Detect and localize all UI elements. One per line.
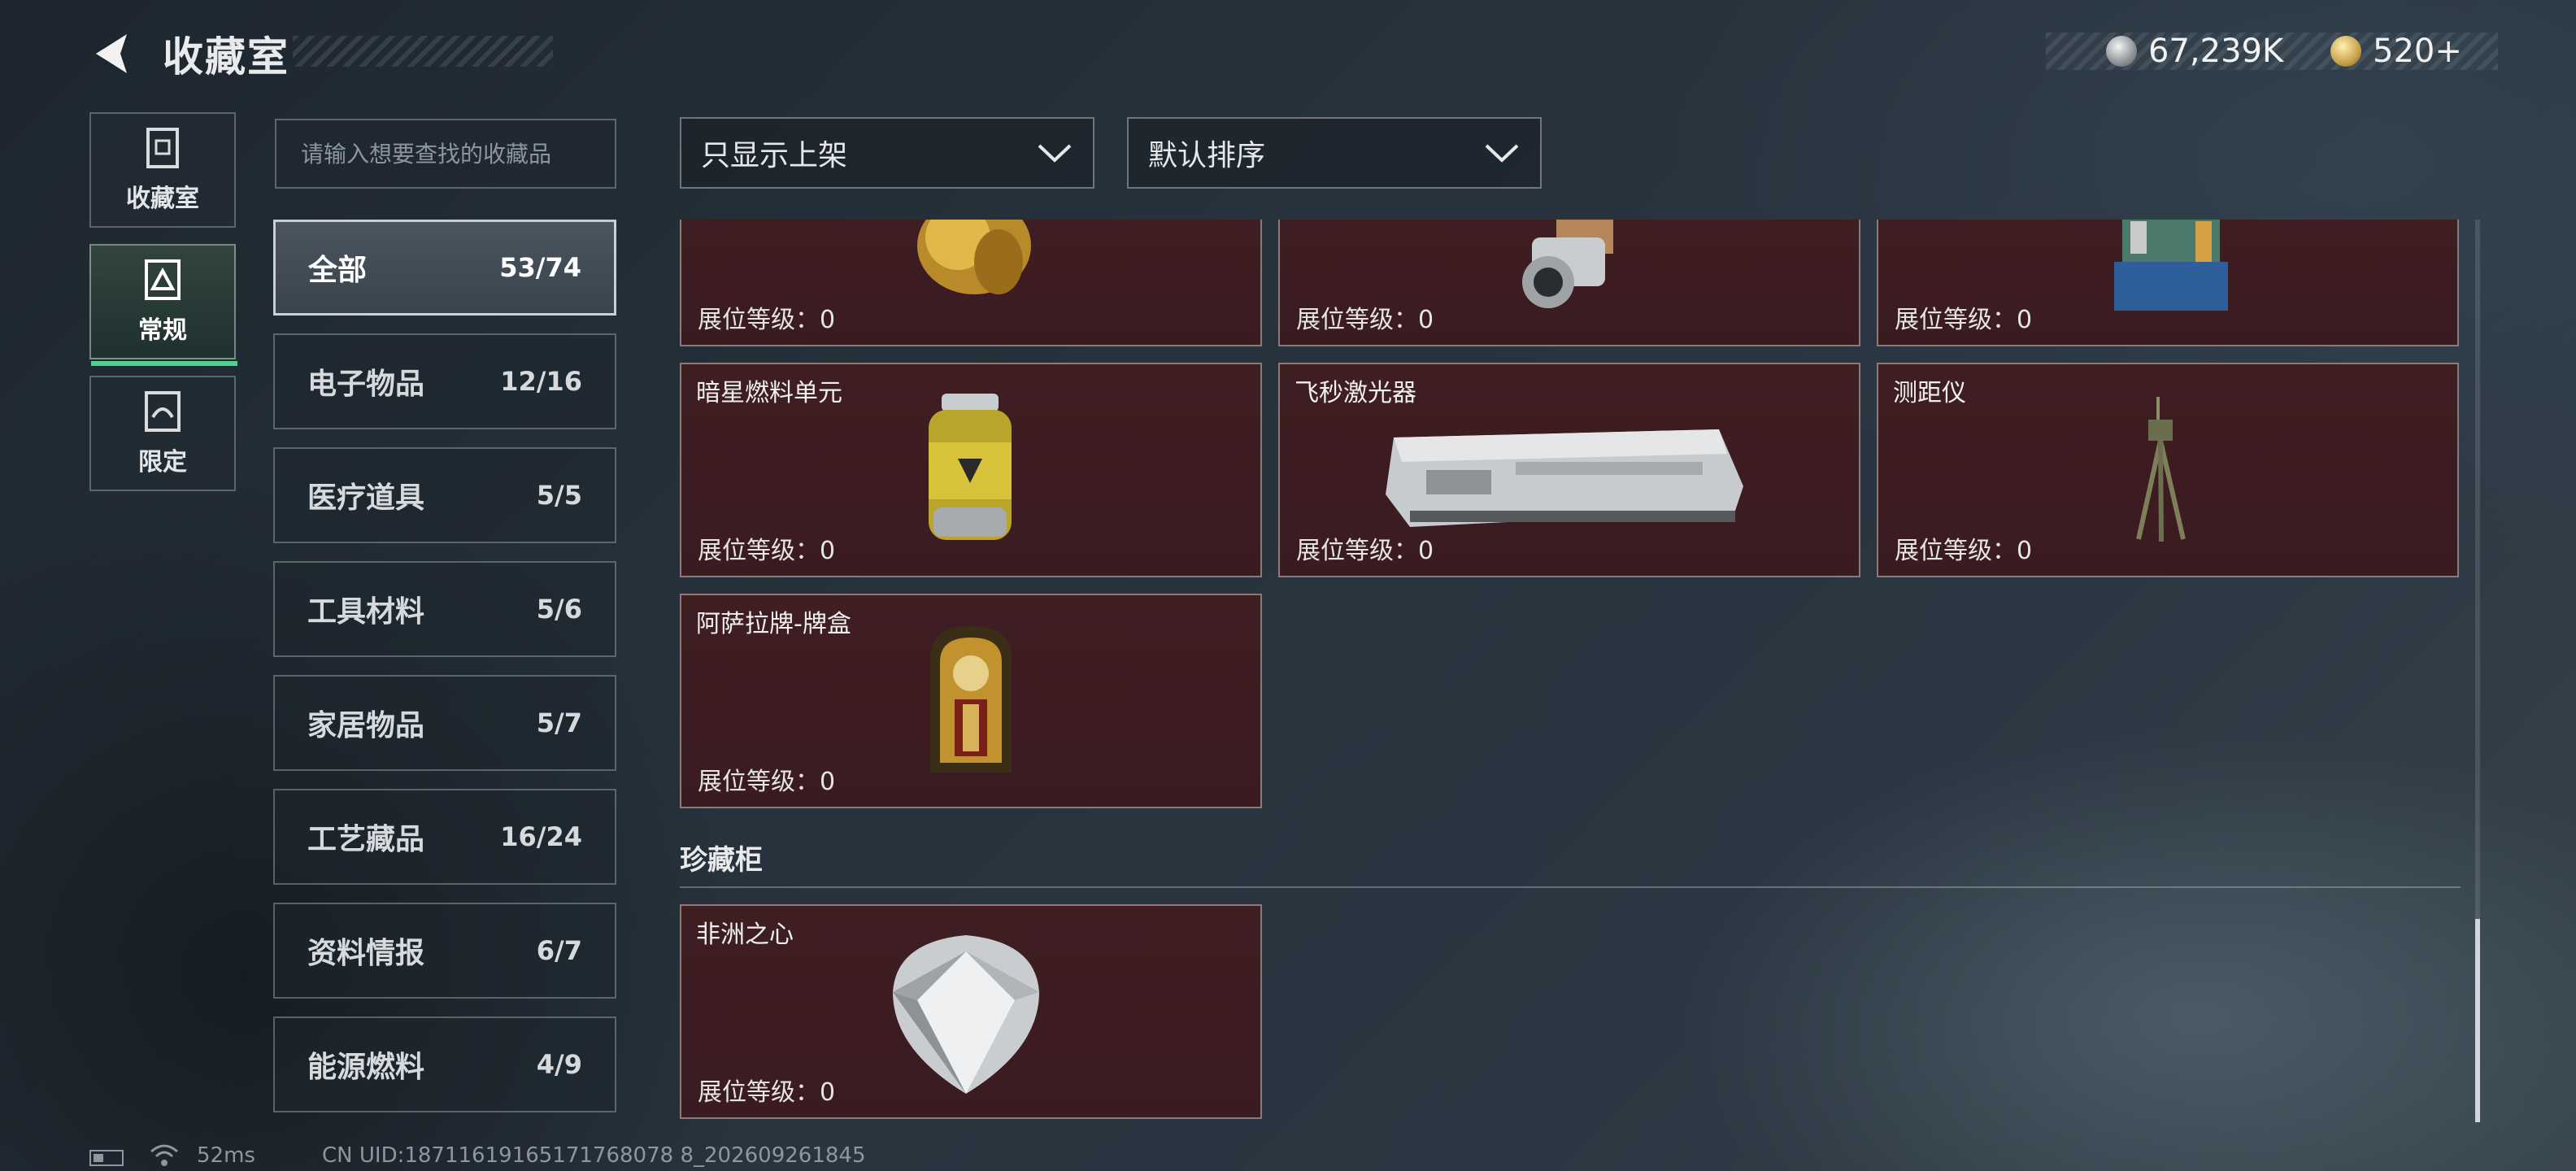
wifi-icon (150, 1144, 178, 1166)
lens-device-art (1522, 220, 1613, 308)
dropdown-value: 只显示上架 (701, 139, 848, 172)
category-name: 工艺藏品 (307, 823, 425, 856)
exhibit-level: 展位等级：0 (1895, 537, 2033, 565)
search-box[interactable] (275, 119, 616, 189)
item-name: 非洲之心 (696, 921, 794, 949)
limited-icon (145, 391, 181, 432)
section-divider (680, 886, 2461, 888)
category-all[interactable]: 全部 53/74 (273, 220, 616, 316)
exhibit-level: 展位等级：0 (698, 537, 836, 565)
category-name: 家居物品 (307, 709, 425, 742)
nav-label: 收藏室 (126, 185, 199, 213)
ping-text: 52ms (197, 1143, 255, 1168)
category-energy[interactable]: 能源燃料 4/9 (273, 1016, 616, 1112)
nav-label: 常规 (138, 316, 187, 345)
exhibit-level: 展位等级：0 (1895, 306, 2033, 334)
title-decoration (293, 36, 553, 67)
nav-collection-room[interactable]: 收藏室 (89, 112, 236, 228)
battery-icon (89, 1150, 124, 1166)
currency-silver: 67,239K (2106, 29, 2283, 73)
category-intel[interactable]: 资料情报 6/7 (273, 903, 616, 999)
item-card[interactable]: 测距仪 展位等级：0 (1877, 363, 2459, 577)
item-card[interactable]: 暗星燃料单元 展位等级：0 (680, 363, 1262, 577)
scrollbar-thumb[interactable] (2475, 919, 2480, 1122)
showcase-section-title: 珍藏柜 (680, 844, 763, 877)
category-count: 12/16 (500, 366, 582, 397)
search-input[interactable] (299, 139, 592, 168)
item-card[interactable]: 飞秒激光器 展位等级：0 (1278, 363, 1860, 577)
circuit-device-art (2114, 220, 2228, 311)
regular-icon (145, 259, 181, 300)
category-name: 医疗道具 (307, 481, 425, 515)
chevron-down-icon (1038, 144, 1072, 163)
gold-coin-icon (2330, 36, 2361, 67)
category-count: 5/7 (536, 707, 582, 738)
item-card[interactable]: 展位等级：0 (1877, 220, 2459, 346)
currency-gold-value: 520+ (2373, 33, 2462, 70)
back-arrow-icon (96, 34, 127, 73)
exhibit-level: 展位等级：0 (698, 306, 836, 334)
category-crafts[interactable]: 工艺藏品 16/24 (273, 789, 616, 885)
dropdown-value: 默认排序 (1148, 139, 1266, 172)
item-name: 暗星燃料单元 (696, 379, 842, 407)
collection-grid: 展位等级：0 展位等级：0 展位等级：0 暗星燃料单元 展位等级：0 飞秒激光器… (680, 220, 2461, 1122)
exhibit-level: 展位等级：0 (1296, 537, 1434, 565)
item-name: 阿萨拉牌-牌盒 (696, 610, 851, 638)
active-indicator (91, 361, 237, 366)
showcase-item-card[interactable]: 非洲之心 展位等级：0 (680, 904, 1262, 1119)
fuel-canister-art (929, 394, 1012, 540)
category-count: 6/7 (536, 935, 582, 966)
diamond-art (893, 935, 1039, 1094)
category-count: 4/9 (536, 1049, 582, 1080)
card-box-art (930, 626, 1012, 773)
chevron-down-icon (1485, 144, 1519, 163)
back-button[interactable] (88, 29, 137, 78)
category-count: 53/74 (499, 252, 581, 283)
category-medical[interactable]: 医疗道具 5/5 (273, 447, 616, 543)
category-electronics[interactable]: 电子物品 12/16 (273, 333, 616, 429)
category-name: 电子物品 (307, 368, 425, 401)
category-count: 5/5 (536, 480, 582, 511)
category-count: 5/6 (536, 594, 582, 625)
item-card[interactable]: 展位等级：0 (1278, 220, 1860, 346)
item-card[interactable]: 阿萨拉牌-牌盒 展位等级：0 (680, 594, 1262, 808)
nav-limited[interactable]: 限定 (89, 376, 236, 491)
tripod-art (2136, 397, 2186, 542)
item-card[interactable]: 展位等级：0 (680, 220, 1262, 346)
display-filter-dropdown[interactable]: 只显示上架 (680, 117, 1094, 189)
collection-room-icon (146, 128, 179, 168)
exhibit-level: 展位等级：0 (1296, 306, 1434, 334)
exhibit-level: 展位等级：0 (698, 768, 836, 796)
item-name: 飞秒激光器 (1295, 379, 1416, 407)
nav-regular[interactable]: 常规 (89, 244, 237, 366)
category-count: 16/24 (500, 821, 582, 852)
silver-coin-icon (2106, 36, 2137, 67)
exhibit-level: 展位等级：0 (698, 1078, 836, 1107)
category-name: 能源燃料 (307, 1051, 425, 1084)
uid-text: CN UID:18711619165171768078 8_2026092618… (322, 1143, 866, 1168)
gold-statue-art (917, 220, 1031, 294)
item-name: 测距仪 (1893, 379, 1966, 407)
category-name: 工具材料 (307, 595, 425, 629)
category-name: 全部 (308, 254, 368, 287)
currency-silver-value: 67,239K (2148, 33, 2284, 70)
currency-gold: 520+ (2330, 29, 2462, 73)
category-tools[interactable]: 工具材料 5/6 (273, 561, 616, 657)
page-title: 收藏室 (163, 33, 289, 81)
category-household[interactable]: 家居物品 5/7 (273, 675, 616, 771)
category-name: 资料情报 (307, 937, 425, 970)
nav-label: 限定 (138, 448, 187, 477)
laser-box-art (1386, 429, 1743, 527)
sort-dropdown[interactable]: 默认排序 (1127, 117, 1542, 189)
